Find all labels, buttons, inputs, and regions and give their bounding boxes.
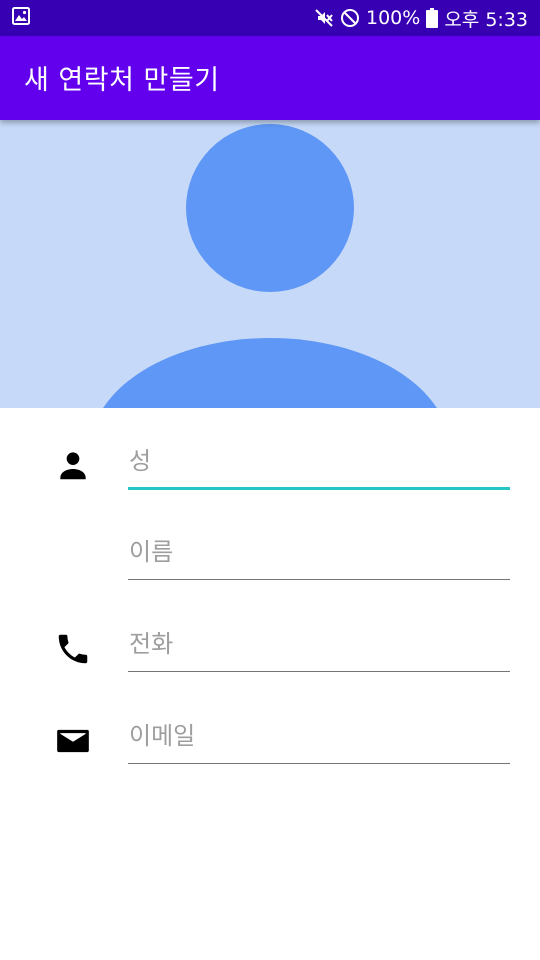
mute-icon — [314, 8, 334, 28]
email-icon — [54, 722, 92, 760]
screen: 100% 오후 5:33 새 연락처 만들기 — [0, 0, 540, 960]
page-title: 새 연락처 만들기 — [24, 65, 220, 96]
phone-icon — [54, 630, 92, 668]
battery-text: 100% — [366, 7, 421, 29]
phone-field[interactable] — [128, 624, 510, 672]
person-silhouette-icon — [103, 124, 437, 408]
email-row — [0, 716, 540, 776]
clock: 오후 5:33 — [444, 8, 528, 31]
battery-icon — [426, 8, 439, 28]
first-name-field[interactable] — [128, 532, 510, 580]
email-field[interactable] — [128, 716, 510, 764]
first-name-row — [0, 532, 540, 592]
status-right: 100% 오후 5:33 — [314, 5, 528, 32]
status-left — [12, 6, 30, 30]
phone-row — [0, 624, 540, 684]
last-name-field[interactable] — [128, 442, 510, 490]
contact-photo[interactable] — [0, 120, 540, 408]
app-bar: 새 연락처 만들기 — [0, 36, 540, 120]
image-notification-icon — [12, 6, 30, 30]
last-name-row — [0, 442, 540, 502]
person-icon — [54, 446, 92, 484]
status-bar: 100% 오후 5:33 — [0, 0, 540, 36]
do-not-disturb-icon — [340, 8, 360, 28]
